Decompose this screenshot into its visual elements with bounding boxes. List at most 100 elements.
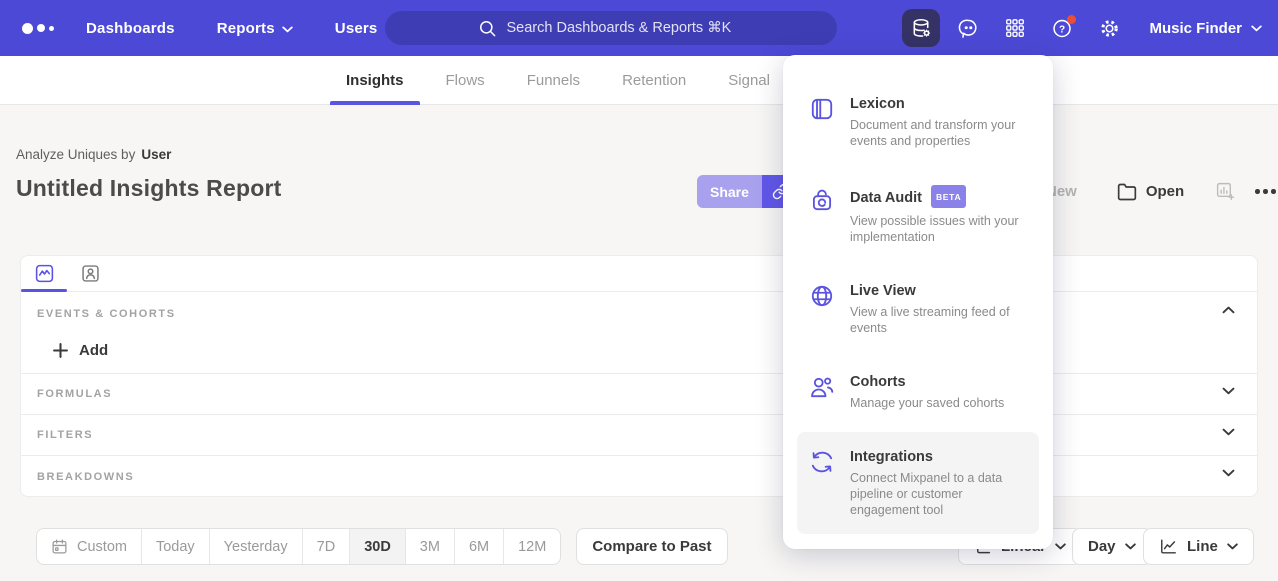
menu-item-text: Cohorts Manage your saved cohorts (850, 373, 1022, 411)
range-30d[interactable]: 30D (349, 529, 405, 564)
data-audit-icon (809, 187, 835, 213)
settings-gear-icon (1098, 17, 1121, 40)
data-management-dropdown: Lexicon Document and transform your even… (783, 55, 1053, 549)
tab-label: Flows (446, 72, 485, 89)
menu-item-title: Live View (850, 282, 1022, 300)
apps-grid-button[interactable] (996, 9, 1034, 47)
user-profile-icon (80, 263, 101, 284)
compare-to-past-button[interactable]: Compare to Past (576, 528, 727, 565)
analyze-entity[interactable]: User (141, 147, 171, 162)
svg-text:?: ? (1059, 24, 1065, 35)
feedback-button[interactable] (949, 9, 987, 47)
chevron-down-icon (1222, 428, 1235, 436)
formulas-heading: FORMULAS (37, 388, 112, 400)
breakdowns-heading: BREAKDOWNS (37, 471, 134, 483)
users-mode-tab[interactable] (67, 256, 113, 291)
apps-grid-icon (1004, 17, 1026, 39)
live-view-globe-icon (809, 283, 835, 309)
filters-expand-button[interactable] (1218, 424, 1239, 440)
primary-nav: Dashboards Reports Users (86, 20, 377, 37)
line-chart-icon (1159, 537, 1178, 556)
add-event-button[interactable]: Add (47, 336, 114, 365)
project-name: Music Finder (1149, 20, 1242, 37)
menu-item-description: Document and transform your events and p… (850, 117, 1022, 149)
app-root: Dashboards Reports Users (0, 0, 1278, 581)
tab-funnels[interactable]: Funnels (511, 56, 596, 104)
menu-item-description: View possible issues with your implement… (850, 213, 1022, 245)
menu-item-integrations[interactable]: Integrations Connect Mixpanel to a data … (797, 432, 1039, 534)
range-today[interactable]: Today (141, 529, 209, 564)
range-12m[interactable]: 12M (503, 529, 560, 564)
logo-dot (49, 26, 54, 31)
mixpanel-logo-icon[interactable] (22, 23, 54, 34)
menu-item-cohorts[interactable]: Cohorts Manage your saved cohorts (783, 357, 1053, 427)
dot (1255, 189, 1260, 194)
dot (1263, 189, 1268, 194)
project-selector[interactable]: Music Finder (1149, 20, 1262, 37)
tab-flows[interactable]: Flows (430, 56, 501, 104)
breakdowns-expand-button[interactable] (1218, 465, 1239, 481)
more-options-button[interactable] (1253, 183, 1278, 200)
help-button[interactable]: ? (1043, 9, 1081, 47)
menu-item-title: Cohorts (850, 373, 1022, 391)
query-mode-tabs (21, 256, 1257, 292)
nav-dashboards[interactable]: Dashboards (86, 20, 175, 37)
search-icon (478, 19, 497, 38)
menu-item-title-text: Data Audit (850, 189, 922, 207)
chevron-down-icon (1222, 469, 1235, 477)
menu-item-data-audit[interactable]: Data Audit BETA View possible issues wit… (783, 170, 1053, 261)
menu-item-title: Lexicon (850, 95, 1022, 113)
dot (1271, 189, 1276, 194)
range-7d[interactable]: 7D (302, 529, 350, 564)
database-gear-icon (910, 17, 933, 40)
chevron-down-icon (1251, 25, 1262, 32)
menu-item-live-view[interactable]: Live View View a live streaming feed of … (783, 266, 1053, 352)
filters-heading: FILTERS (37, 429, 93, 441)
chevron-down-icon (1055, 543, 1066, 550)
interval-dropdown-button[interactable]: Day (1072, 528, 1152, 565)
lexicon-book-icon (809, 96, 835, 122)
range-6m[interactable]: 6M (454, 529, 503, 564)
range-custom[interactable]: Custom (37, 529, 141, 564)
header-actions: New Open (1040, 175, 1278, 208)
events-mode-tab[interactable] (21, 256, 67, 291)
query-builder-panel: EVENTS & COHORTS Add FORMULAS FILTERS BR… (20, 255, 1258, 497)
breakdowns-section[interactable]: BREAKDOWNS (21, 456, 1257, 498)
add-to-board-button[interactable] (1215, 181, 1236, 202)
chart-type-label: Line (1187, 538, 1218, 555)
nav-reports[interactable]: Reports (217, 20, 293, 37)
range-yesterday[interactable]: Yesterday (209, 529, 302, 564)
beta-badge: BETA (931, 185, 966, 208)
tab-label: Retention (622, 72, 686, 89)
filters-section[interactable]: FILTERS (21, 415, 1257, 456)
interval-label: Day (1088, 538, 1116, 555)
menu-item-lexicon[interactable]: Lexicon Document and transform your even… (783, 79, 1053, 165)
events-cohorts-heading: EVENTS & COHORTS (37, 308, 176, 320)
menu-item-description: View a live streaming feed of events (850, 304, 1022, 336)
range-3m[interactable]: 3M (405, 529, 454, 564)
report-title[interactable]: Untitled Insights Report (16, 175, 281, 202)
menu-item-text: Data Audit BETA View possible issues wit… (850, 186, 1022, 245)
search-input[interactable] (507, 20, 745, 36)
logo-dot (37, 24, 45, 32)
menu-item-text: Live View View a live streaming feed of … (850, 282, 1022, 336)
data-management-button[interactable] (902, 9, 940, 47)
tab-label: Signal (728, 72, 770, 89)
tab-retention[interactable]: Retention (606, 56, 702, 104)
formulas-expand-button[interactable] (1218, 383, 1239, 399)
chevron-down-icon (282, 26, 293, 33)
settings-button[interactable] (1090, 9, 1128, 47)
formulas-section[interactable]: FORMULAS (21, 374, 1257, 415)
calendar-icon (51, 538, 68, 555)
chart-type-dropdown-button[interactable]: Line (1143, 528, 1254, 565)
events-collapse-button[interactable] (1218, 302, 1239, 318)
menu-item-text: Lexicon Document and transform your even… (850, 95, 1022, 149)
tab-insights[interactable]: Insights (330, 56, 420, 104)
open-report-button[interactable]: Open (1117, 182, 1184, 202)
share-button[interactable]: Share (697, 175, 762, 208)
range-label: Custom (77, 539, 127, 555)
time-controls-bar: Custom Today Yesterday 7D 30D 3M 6M 12M … (36, 528, 728, 565)
nav-users[interactable]: Users (335, 20, 378, 37)
analyze-by-row: Analyze Uniques byUser (16, 147, 171, 162)
search-bar[interactable] (385, 11, 837, 45)
